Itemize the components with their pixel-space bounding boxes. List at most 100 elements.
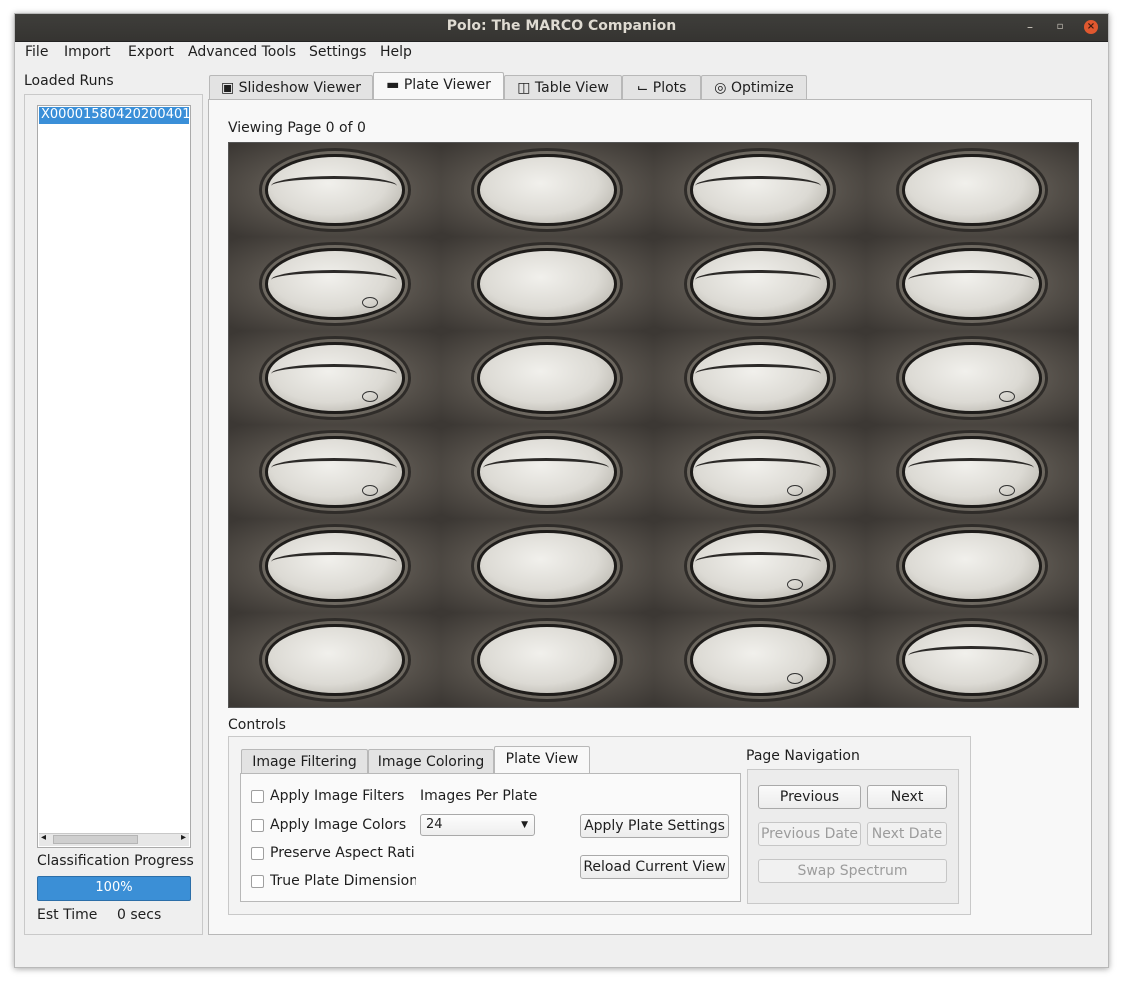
sidebar-panel: X000015804202004017 ◂ ▸ Classification P… (24, 94, 203, 935)
bubble (362, 390, 379, 402)
bubble (786, 484, 803, 496)
drop-meniscus (270, 269, 397, 290)
drop-meniscus (907, 269, 1034, 290)
bubble (998, 484, 1015, 496)
plate-well-image[interactable] (865, 613, 1078, 707)
window-title: Polo: The MARCO Companion (446, 18, 677, 34)
tab-image-filtering[interactable]: Image Filtering (241, 749, 368, 774)
bubble (786, 672, 803, 684)
classification-progress-label: Classification Progress (37, 853, 194, 869)
menu-help[interactable]: Help (380, 44, 412, 60)
drop-meniscus (695, 551, 822, 572)
plate-well-image[interactable] (441, 519, 654, 613)
scroll-left-icon[interactable]: ◂ (41, 832, 46, 843)
drop-well (689, 342, 830, 414)
plate-well-image[interactable] (653, 613, 866, 707)
plate-well-image[interactable] (441, 425, 654, 519)
scroll-right-icon[interactable]: ▸ (181, 832, 186, 843)
plate-well-image[interactable] (865, 143, 1078, 237)
tab-plate-view[interactable]: Plate View (494, 746, 590, 773)
tab-plots[interactable]: ⌙ Plots (622, 75, 701, 100)
swap-spectrum-button[interactable]: Swap Spectrum (758, 859, 947, 883)
tab-label: Slideshow Viewer (238, 80, 362, 96)
drop-meniscus (695, 457, 822, 478)
tab-label: Image Filtering (252, 754, 357, 770)
drop-well (477, 436, 618, 508)
drop-meniscus (695, 175, 822, 196)
run-item[interactable]: X000015804202004017 (39, 107, 189, 124)
minimize-icon[interactable]: – (1023, 20, 1037, 34)
plate-well-image[interactable] (229, 613, 442, 707)
plate-well-image[interactable] (229, 425, 442, 519)
tab-plate-viewer[interactable]: ▬ Plate Viewer (373, 72, 504, 99)
plate-well-image[interactable] (441, 237, 654, 331)
drop-well (265, 624, 406, 696)
drop-well (901, 436, 1042, 508)
drop-meniscus (270, 363, 397, 384)
close-icon[interactable]: × (1084, 20, 1098, 34)
apply-image-filters-checkbox[interactable] (251, 790, 264, 803)
true-plate-dimension-checkbox[interactable] (251, 875, 264, 888)
plate-well-image[interactable] (653, 425, 866, 519)
restore-icon[interactable]: ▫ (1053, 20, 1067, 34)
menu-advanced-tools[interactable]: Advanced Tools (188, 44, 296, 60)
drop-well (901, 248, 1042, 320)
drop-well (689, 248, 830, 320)
title-bar: Polo: The MARCO Companion – ▫ × (15, 14, 1108, 42)
bubble (786, 578, 803, 590)
drop-meniscus (483, 457, 610, 478)
drop-well (265, 342, 406, 414)
runs-list[interactable]: X000015804202004017 ◂ ▸ (37, 105, 191, 848)
plate-well-image[interactable] (653, 331, 866, 425)
plate-well-image[interactable] (653, 143, 866, 237)
controls-label: Controls (228, 717, 286, 733)
tab-optimize[interactable]: ◎ Optimize (701, 75, 807, 100)
tab-table-view[interactable]: ◫ Table View (504, 75, 622, 100)
scrollbar-thumb[interactable] (53, 835, 138, 844)
plate-well-image[interactable] (865, 425, 1078, 519)
images-per-plate-select[interactable]: 24 ▼ (420, 814, 535, 836)
tab-image-coloring[interactable]: Image Coloring (368, 749, 494, 774)
drop-meniscus (695, 363, 822, 384)
drop-well (477, 624, 618, 696)
plate-well-image[interactable] (865, 237, 1078, 331)
plate-well-image[interactable] (441, 331, 654, 425)
reload-current-view-button[interactable]: Reload Current View (580, 855, 729, 879)
apply-image-colors-checkbox[interactable] (251, 819, 264, 832)
plate-well-image[interactable] (229, 519, 442, 613)
menu-bar: File Import Export Advanced Tools Settin… (15, 42, 1108, 65)
plate-well-image[interactable] (865, 331, 1078, 425)
loaded-runs-label: Loaded Runs (24, 73, 114, 89)
plate-well-image[interactable] (865, 519, 1078, 613)
next-date-button[interactable]: Next Date (867, 822, 947, 846)
bubble (362, 296, 379, 308)
plate-well-image[interactable] (229, 237, 442, 331)
plate-well-image[interactable] (441, 613, 654, 707)
true-plate-dimension-label: True Plate Dimension (270, 873, 416, 889)
next-button[interactable]: Next (867, 785, 947, 809)
plate-icon: ▬ (386, 77, 400, 93)
preserve-aspect-ratio-checkbox[interactable] (251, 847, 264, 860)
horizontal-scrollbar[interactable]: ◂ ▸ (39, 832, 189, 846)
previous-date-button[interactable]: Previous Date (758, 822, 861, 846)
bubble (362, 484, 379, 496)
est-time-value: 0 secs (117, 907, 162, 923)
plate-well-image[interactable] (441, 143, 654, 237)
plate-well-image[interactable] (653, 237, 866, 331)
tab-slideshow-viewer[interactable]: ▣ Slideshow Viewer (209, 75, 373, 100)
classification-progress-bar: 100% (37, 876, 191, 901)
menu-export[interactable]: Export (128, 44, 174, 60)
previous-button[interactable]: Previous (758, 785, 861, 809)
plate-well-image[interactable] (229, 143, 442, 237)
menu-settings[interactable]: Settings (309, 44, 366, 60)
apply-image-colors-label: Apply Image Colors (270, 817, 407, 833)
drop-well (477, 342, 618, 414)
drop-well (265, 530, 406, 602)
plate-well-image[interactable] (229, 331, 442, 425)
drop-meniscus (695, 269, 822, 290)
menu-file[interactable]: File (25, 44, 48, 60)
menu-import[interactable]: Import (64, 44, 110, 60)
apply-plate-settings-button[interactable]: Apply Plate Settings (580, 814, 729, 838)
plate-well-image[interactable] (653, 519, 866, 613)
drop-well (689, 530, 830, 602)
